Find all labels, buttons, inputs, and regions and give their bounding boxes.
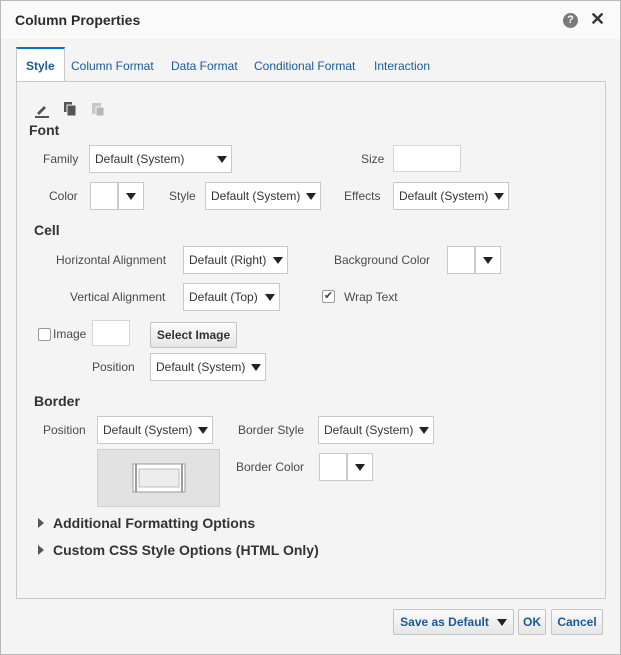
dialog-titlebar: Column Properties ? ✕	[1, 1, 620, 39]
border-color-label: Border Color	[236, 460, 305, 474]
tab-bar: Style Column Format Data Format Conditio…	[16, 47, 606, 83]
border-color-swatch[interactable]	[319, 453, 347, 481]
effects-label: Effects	[344, 189, 381, 203]
font-size-input[interactable]	[393, 145, 461, 172]
color-label: Color	[49, 189, 78, 203]
border-position-label: Position	[43, 423, 86, 437]
close-icon[interactable]: ✕	[590, 10, 605, 28]
family-label: Family	[43, 152, 79, 166]
chevron-down-icon	[306, 193, 316, 200]
font-family-value: Default (System)	[95, 152, 185, 166]
image-label: Image	[53, 327, 87, 341]
chevron-down-icon	[273, 257, 283, 264]
cancel-button[interactable]: Cancel	[551, 609, 603, 635]
select-image-button[interactable]: Select Image	[150, 322, 237, 348]
chevron-down-icon	[217, 156, 227, 163]
border-style-label: Border Style	[238, 423, 305, 437]
font-style-select[interactable]: Default (System)	[205, 182, 321, 210]
border-position-select[interactable]: Default (System)	[97, 416, 213, 444]
copy-icon[interactable]	[62, 101, 78, 117]
background-color-swatch[interactable]	[447, 246, 475, 274]
font-family-select[interactable]: Default (System)	[89, 145, 232, 173]
wrap-text-checkbox[interactable]: ✔	[322, 290, 335, 303]
horizontal-alignment-label: Horizontal Alignment	[56, 253, 167, 267]
border-layout-icon	[132, 463, 186, 493]
chevron-down-icon	[419, 427, 429, 434]
chevron-down-icon	[483, 257, 493, 264]
vertical-alignment-label: Vertical Alignment	[70, 290, 166, 304]
disclosure-triangle-icon	[38, 518, 44, 528]
chevron-down-icon	[251, 364, 261, 371]
image-position-select[interactable]: Default (System)	[150, 353, 266, 381]
chevron-down-icon	[265, 294, 275, 301]
tab-interaction[interactable]: Interaction	[374, 47, 430, 82]
wrap-text-label: Wrap Text	[344, 290, 398, 304]
column-properties-dialog: Column Properties ? ✕ Style Column Forma…	[0, 0, 621, 655]
chevron-down-icon	[494, 193, 504, 200]
tab-column-format[interactable]: Column Format	[71, 47, 154, 82]
border-section-title: Border	[34, 393, 80, 409]
background-color-dropdown[interactable]	[475, 246, 501, 274]
image-checkbox[interactable]	[38, 328, 51, 341]
border-color-dropdown[interactable]	[347, 453, 373, 481]
image-position-value: Default (System)	[156, 360, 246, 374]
border-position-value: Default (System)	[103, 423, 193, 437]
size-label: Size	[361, 152, 385, 166]
cell-section-title: Cell	[34, 222, 60, 238]
paste-icon	[92, 103, 105, 117]
style-panel: Font Family Default (System) Size Color …	[16, 81, 606, 599]
chevron-down-icon	[497, 619, 507, 626]
ok-button[interactable]: OK	[518, 609, 546, 635]
font-color-swatch[interactable]	[90, 182, 118, 210]
style-label: Style	[169, 189, 196, 203]
vertical-alignment-select[interactable]: Default (Top)	[183, 283, 280, 311]
horizontal-alignment-value: Default (Right)	[189, 253, 267, 267]
tab-style[interactable]: Style	[16, 47, 65, 83]
chevron-down-icon	[198, 427, 208, 434]
tab-data-format[interactable]: Data Format	[171, 47, 238, 82]
image-position-label: Position	[92, 360, 135, 374]
additional-formatting-label: Additional Formatting Options	[53, 515, 256, 531]
font-effects-select[interactable]: Default (System)	[393, 182, 509, 210]
border-style-select[interactable]: Default (System)	[318, 416, 434, 444]
horizontal-alignment-select[interactable]: Default (Right)	[183, 246, 288, 274]
chevron-down-icon	[355, 464, 365, 471]
font-effects-value: Default (System)	[399, 189, 489, 203]
save-as-default-label: Save as Default	[400, 615, 489, 629]
border-style-value: Default (System)	[324, 423, 414, 437]
dialog-title: Column Properties	[15, 12, 141, 28]
tab-conditional-format[interactable]: Conditional Format	[254, 47, 355, 82]
font-section-title: Font	[29, 122, 60, 138]
image-preview	[92, 320, 130, 346]
background-color-label: Background Color	[334, 253, 431, 267]
save-as-default-button[interactable]: Save as Default	[393, 609, 514, 635]
vertical-alignment-value: Default (Top)	[189, 290, 258, 304]
chevron-down-icon	[126, 193, 136, 200]
edit-icon[interactable]	[34, 102, 50, 118]
disclosure-triangle-icon	[38, 545, 44, 555]
border-preview[interactable]	[97, 449, 220, 507]
help-icon[interactable]: ?	[563, 13, 578, 28]
custom-css-label: Custom CSS Style Options (HTML Only)	[53, 542, 319, 558]
font-color-dropdown[interactable]	[118, 182, 144, 210]
font-style-value: Default (System)	[211, 189, 301, 203]
